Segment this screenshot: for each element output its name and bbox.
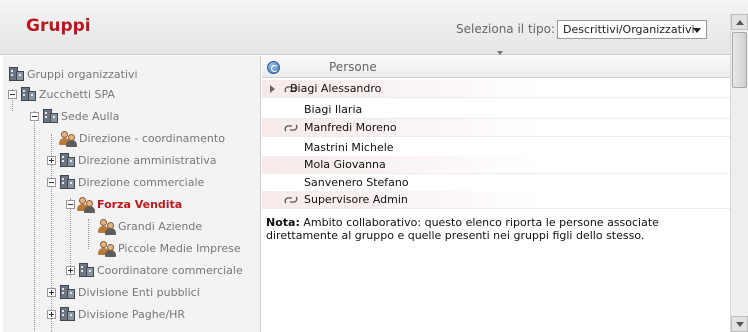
type-select[interactable]: Descrittivi/Organizzativi xyxy=(557,20,707,39)
tree-item-coordinatore-commerciale[interactable]: Coordinatore commerciale xyxy=(66,260,243,280)
person-row[interactable]: Biagi Alessandro xyxy=(262,80,730,98)
tree-item-gruppi-organizzativi[interactable]: Gruppi organizzativi xyxy=(7,64,138,84)
tree-connector xyxy=(88,219,89,249)
tree-item-label: Direzione amministrativa xyxy=(78,153,217,167)
tree-item-direzione-coordinamento[interactable]: Direzione - coordinamento xyxy=(59,128,225,148)
building-icon xyxy=(77,261,95,279)
type-select-label: Seleziona il tipo: xyxy=(456,22,555,36)
tree-item-label: Grandi Aziende xyxy=(118,219,203,233)
tree-item-label: Direzione commerciale xyxy=(78,175,205,189)
people-icon xyxy=(98,217,116,235)
tree-item-label-selected: Forza Vendita xyxy=(97,197,183,211)
people-icon xyxy=(98,239,116,257)
person-name: Sanvenero Stefano xyxy=(304,176,409,189)
splitter-handle-icon[interactable] xyxy=(497,51,503,55)
building-icon xyxy=(19,85,37,103)
person-row[interactable]: Mastrini Michele xyxy=(262,139,730,157)
tree-item-label: Direzione - coordinamento xyxy=(79,131,225,145)
person-name: Manfredi Moreno xyxy=(304,121,397,134)
person-name: Biagi Ilaria xyxy=(304,103,363,116)
building-icon xyxy=(58,305,76,323)
type-select-value: Descrittivi/Organizzativi xyxy=(563,23,695,36)
scrollbar-thumb[interactable] xyxy=(732,32,747,88)
expand-icon[interactable] xyxy=(47,309,56,319)
building-icon xyxy=(41,107,59,125)
person-name: Mola Giovanna xyxy=(304,158,386,171)
note-text: Ambito collaborativo: questo elenco ripo… xyxy=(266,216,659,242)
list-header: Persone xyxy=(262,56,730,78)
building-icon xyxy=(58,283,76,301)
scroll-down-icon[interactable] xyxy=(731,316,748,332)
tree-item-zucchetti-spa[interactable]: Zucchetti SPA xyxy=(8,84,115,104)
person-row[interactable]: Supervisore Admin xyxy=(262,191,730,209)
tree-item-label: Divisione Enti pubblici xyxy=(78,285,200,299)
people-icon xyxy=(59,129,77,147)
tree-item-label: Gruppi organizzativi xyxy=(27,67,138,81)
tree-item-divisione-paghe-hr[interactable]: Divisione Paghe/HR xyxy=(47,304,185,324)
person-row[interactable]: Sanvenero Stefano xyxy=(262,174,730,192)
vertical-scrollbar[interactable] xyxy=(730,14,748,332)
tree-item-grandi-aziende[interactable]: Grandi Aziende xyxy=(98,216,202,236)
building-icon xyxy=(58,151,76,169)
expand-arrow-icon[interactable] xyxy=(270,85,275,93)
collaboration-note: Nota: Ambito collaborativo: questo elenc… xyxy=(266,216,726,242)
tree-item-sede-aulla[interactable]: Sede Aulla xyxy=(30,106,119,126)
person-row[interactable]: Manfredi Moreno xyxy=(262,119,730,137)
collapse-icon[interactable] xyxy=(8,89,17,99)
tree-item-forza-vendita[interactable]: Forza Vendita xyxy=(66,194,182,214)
building-icon xyxy=(58,173,76,191)
tree-connector xyxy=(34,111,35,331)
people-icon xyxy=(77,195,95,213)
expand-icon[interactable] xyxy=(47,155,56,165)
tree-item-divisione-enti-pubblici[interactable]: Divisione Enti pubblici xyxy=(47,282,200,302)
tree-item-direzione-amministrativa[interactable]: Direzione amministrativa xyxy=(47,150,217,170)
group-tree: Gruppi organizzativi Zucchetti SPA Sede … xyxy=(3,56,261,332)
tree-item-label: Divisione Paghe/HR xyxy=(78,307,186,321)
link-icon xyxy=(284,196,298,204)
person-name: Biagi Alessandro xyxy=(290,82,382,95)
column-header-persone[interactable]: Persone xyxy=(329,60,377,74)
collapse-icon[interactable] xyxy=(30,111,39,121)
header-bar: Gruppi Seleziona il tipo: Descrittivi/Or… xyxy=(0,0,748,55)
tree-item-piccole-medie-imprese[interactable]: Piccole Medie Imprese xyxy=(98,238,241,258)
collapse-icon[interactable] xyxy=(66,199,75,209)
expand-icon[interactable] xyxy=(66,265,75,275)
tree-item-direzione-commerciale[interactable]: Direzione commerciale xyxy=(47,172,204,192)
scroll-up-icon[interactable] xyxy=(731,14,748,30)
person-name: Mastrini Michele xyxy=(304,141,394,154)
expand-icon[interactable] xyxy=(47,287,56,297)
tree-item-label: Zucchetti SPA xyxy=(39,87,115,101)
collapse-icon[interactable] xyxy=(47,177,56,187)
building-icon xyxy=(7,65,25,83)
tree-item-label: Piccole Medie Imprese xyxy=(118,241,241,255)
person-row[interactable]: Mola Giovanna xyxy=(262,156,730,174)
person-row[interactable]: Biagi Ilaria xyxy=(262,101,730,119)
page-title: Gruppi xyxy=(26,16,91,36)
person-name: Supervisore Admin xyxy=(304,193,408,206)
chevron-down-icon xyxy=(693,28,701,33)
note-label: Nota: xyxy=(266,216,300,229)
people-list-pane: Persone Biagi Alessandro Biagi Ilaria Ma… xyxy=(262,56,730,332)
link-icon xyxy=(284,124,298,132)
tree-item-label: Sede Aulla xyxy=(61,109,120,123)
refresh-icon[interactable] xyxy=(267,61,280,74)
tree-item-label: Coordinatore commerciale xyxy=(97,263,243,277)
